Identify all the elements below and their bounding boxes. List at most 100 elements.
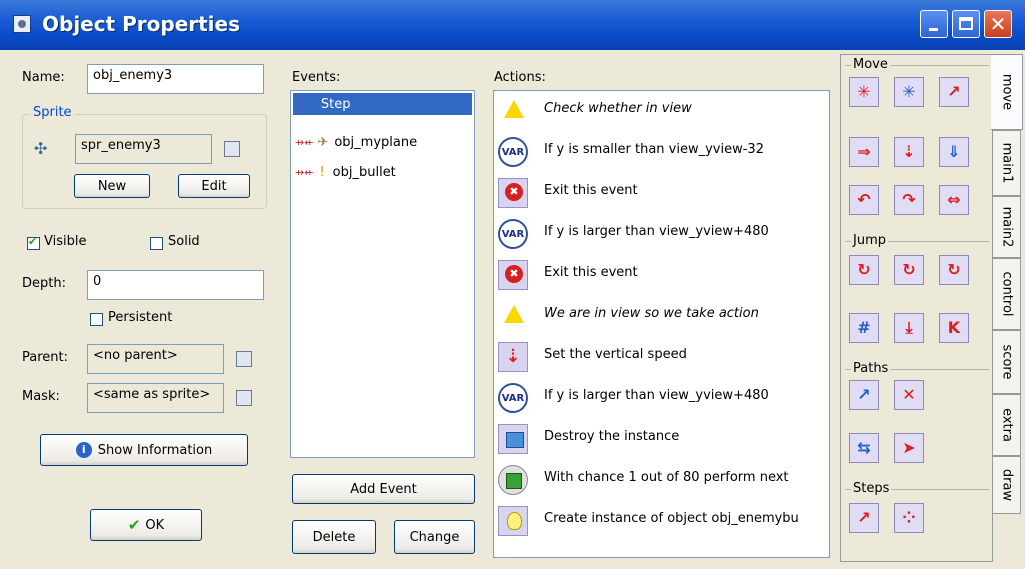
warning-icon — [504, 100, 524, 118]
tab-main1[interactable]: main1 — [993, 130, 1021, 196]
tab-score[interactable]: score — [993, 330, 1021, 394]
parent-menu-icon[interactable] — [236, 351, 252, 367]
action-item[interactable]: VAR If y is larger than view_yview+480 — [498, 216, 828, 252]
action-item[interactable]: VAR If y is smaller than view_yview-32 — [498, 134, 828, 170]
action-item[interactable]: Exit this event — [498, 257, 828, 293]
close-button[interactable]: ✕ — [984, 10, 1012, 38]
actions-list[interactable]: Check whether in view VAR If y is smalle… — [493, 90, 830, 558]
var-icon: VAR — [498, 219, 528, 249]
object-properties-window: Object Properties ✕ Name: obj_enemy3 Spr… — [0, 0, 1025, 569]
show-information-label: Show Information — [97, 442, 213, 458]
gravity-icon[interactable]: ⇓ — [939, 137, 969, 167]
jump-section-label: Jump — [851, 233, 888, 248]
paths-section-label: Paths — [851, 361, 891, 376]
sprite-field[interactable]: spr_enemy3 — [75, 134, 212, 164]
tab-control[interactable]: control — [993, 258, 1021, 330]
name-label: Name: — [22, 70, 65, 85]
mask-label: Mask: — [22, 389, 60, 404]
title-bar[interactable]: Object Properties ✕ — [0, 0, 1025, 50]
window-title: Object Properties — [42, 12, 241, 36]
set-path-icon[interactable]: ↗ — [849, 380, 879, 410]
action-item[interactable]: ⇣ Set the vertical speed — [498, 339, 828, 375]
name-field[interactable]: obj_enemy3 — [87, 64, 264, 94]
dice-icon — [498, 465, 528, 495]
tab-move[interactable]: move — [991, 54, 1023, 130]
move-free-icon[interactable]: ✳ — [894, 77, 924, 107]
event-step[interactable]: ⁒ Step — [293, 93, 472, 115]
end-path-icon[interactable]: ✕ — [894, 380, 924, 410]
action-item[interactable]: Create instance of object obj_enemybu — [498, 503, 828, 539]
ok-button[interactable]: ✔ OK — [90, 509, 202, 541]
parent-field[interactable]: <no parent> — [87, 344, 224, 374]
visible-checkbox[interactable] — [27, 235, 40, 250]
action-item[interactable]: Exit this event — [498, 175, 828, 211]
bulb-icon — [498, 506, 528, 536]
jump-random-icon[interactable]: ↻ — [939, 255, 969, 285]
delete-event-button[interactable]: Delete — [292, 520, 376, 554]
event-collision-bullet[interactable]: ⇸⇷ ! obj_bullet — [293, 161, 396, 183]
ok-label: OK — [145, 517, 165, 533]
vspeed-icon: ⇣ — [498, 342, 528, 372]
event-collision-myplane[interactable]: ⇸⇷ ✈ obj_myplane — [293, 131, 417, 153]
depth-field[interactable]: 0 — [87, 270, 264, 300]
mask-menu-icon[interactable] — [236, 390, 252, 406]
reverse-horizontal-icon[interactable]: ↶ — [849, 185, 879, 215]
path-speed-icon[interactable]: ➤ — [894, 433, 924, 463]
reverse-vertical-icon[interactable]: ↷ — [894, 185, 924, 215]
checkmark-icon: ✔ — [127, 516, 141, 534]
path-position-icon[interactable]: ⇆ — [849, 433, 879, 463]
mask-field[interactable]: <same as sprite> — [87, 383, 224, 413]
change-event-button[interactable]: Change — [394, 520, 475, 554]
collision-icon: ⇸⇷ — [295, 135, 314, 149]
edit-sprite-button[interactable]: Edit — [178, 174, 250, 198]
action-tabs: move main1 main2 control score extra dra… — [991, 54, 1025, 562]
events-label: Events: — [292, 70, 341, 85]
show-information-button[interactable]: i Show Information — [40, 434, 248, 466]
maximize-button[interactable] — [952, 10, 980, 38]
action-item[interactable]: With chance 1 out of 80 perform next — [498, 462, 828, 498]
tab-extra[interactable]: extra — [993, 394, 1021, 456]
bullet-icon: ! — [319, 164, 325, 180]
solid-checkbox[interactable] — [150, 237, 163, 250]
exit-icon — [498, 260, 528, 290]
actions-label: Actions: — [494, 70, 546, 85]
info-icon: i — [75, 442, 92, 458]
move-section-label: Move — [851, 57, 890, 72]
action-item[interactable]: Check whether in view — [498, 93, 828, 129]
jump-start-icon[interactable]: ↻ — [894, 255, 924, 285]
tab-main2[interactable]: main2 — [993, 196, 1021, 258]
warning-icon — [504, 305, 524, 323]
action-library-panel: Move ✳ ✳ ↗ ⇒ ⇣ ⇓ ↶ ↷ ⇔ Jump ↻ ↻ ↻ # ⤓ K … — [840, 54, 993, 562]
bounce-icon[interactable]: K — [939, 313, 969, 343]
speed-vertical-icon[interactable]: ⇣ — [894, 137, 924, 167]
tab-draw[interactable]: draw — [993, 456, 1021, 514]
friction-icon[interactable]: ⇔ — [939, 185, 969, 215]
step-towards-icon[interactable]: ↗ — [849, 503, 879, 533]
close-icon: ✕ — [989, 12, 1007, 36]
sprite-group-title: Sprite — [30, 105, 75, 120]
steps-section-label: Steps — [851, 481, 892, 496]
add-event-button[interactable]: Add Event — [292, 474, 475, 504]
speed-horizontal-icon[interactable]: ⇒ — [849, 137, 879, 167]
align-grid-icon[interactable]: # — [849, 313, 879, 343]
var-icon: VAR — [498, 137, 528, 167]
visible-label: Visible — [44, 234, 87, 249]
window-icon — [13, 15, 31, 33]
move-towards-icon[interactable]: ↗ — [939, 77, 969, 107]
destroy-icon — [498, 424, 528, 454]
minimize-button[interactable] — [920, 10, 948, 38]
wrap-screen-icon[interactable]: ⤓ — [894, 313, 924, 343]
move-fixed-icon[interactable]: ✳ — [849, 77, 879, 107]
new-sprite-button[interactable]: New — [74, 174, 150, 198]
persistent-checkbox[interactable] — [90, 313, 103, 326]
action-item[interactable]: Destroy the instance — [498, 421, 828, 457]
events-list[interactable]: ⁒ Step ⇸⇷ ✈ obj_myplane ⇸⇷ ! obj_bullet — [290, 90, 475, 458]
sprite-menu-icon[interactable] — [224, 141, 240, 157]
step-icon: ⁒ — [299, 96, 305, 112]
action-item[interactable]: We are in view so we take action — [498, 298, 828, 334]
parent-label: Parent: — [22, 350, 68, 365]
step-avoiding-icon[interactable]: ⁘ — [894, 503, 924, 533]
action-item[interactable]: VAR If y is larger than view_yview+480 — [498, 380, 828, 416]
jump-position-icon[interactable]: ↻ — [849, 255, 879, 285]
exit-icon — [498, 178, 528, 208]
